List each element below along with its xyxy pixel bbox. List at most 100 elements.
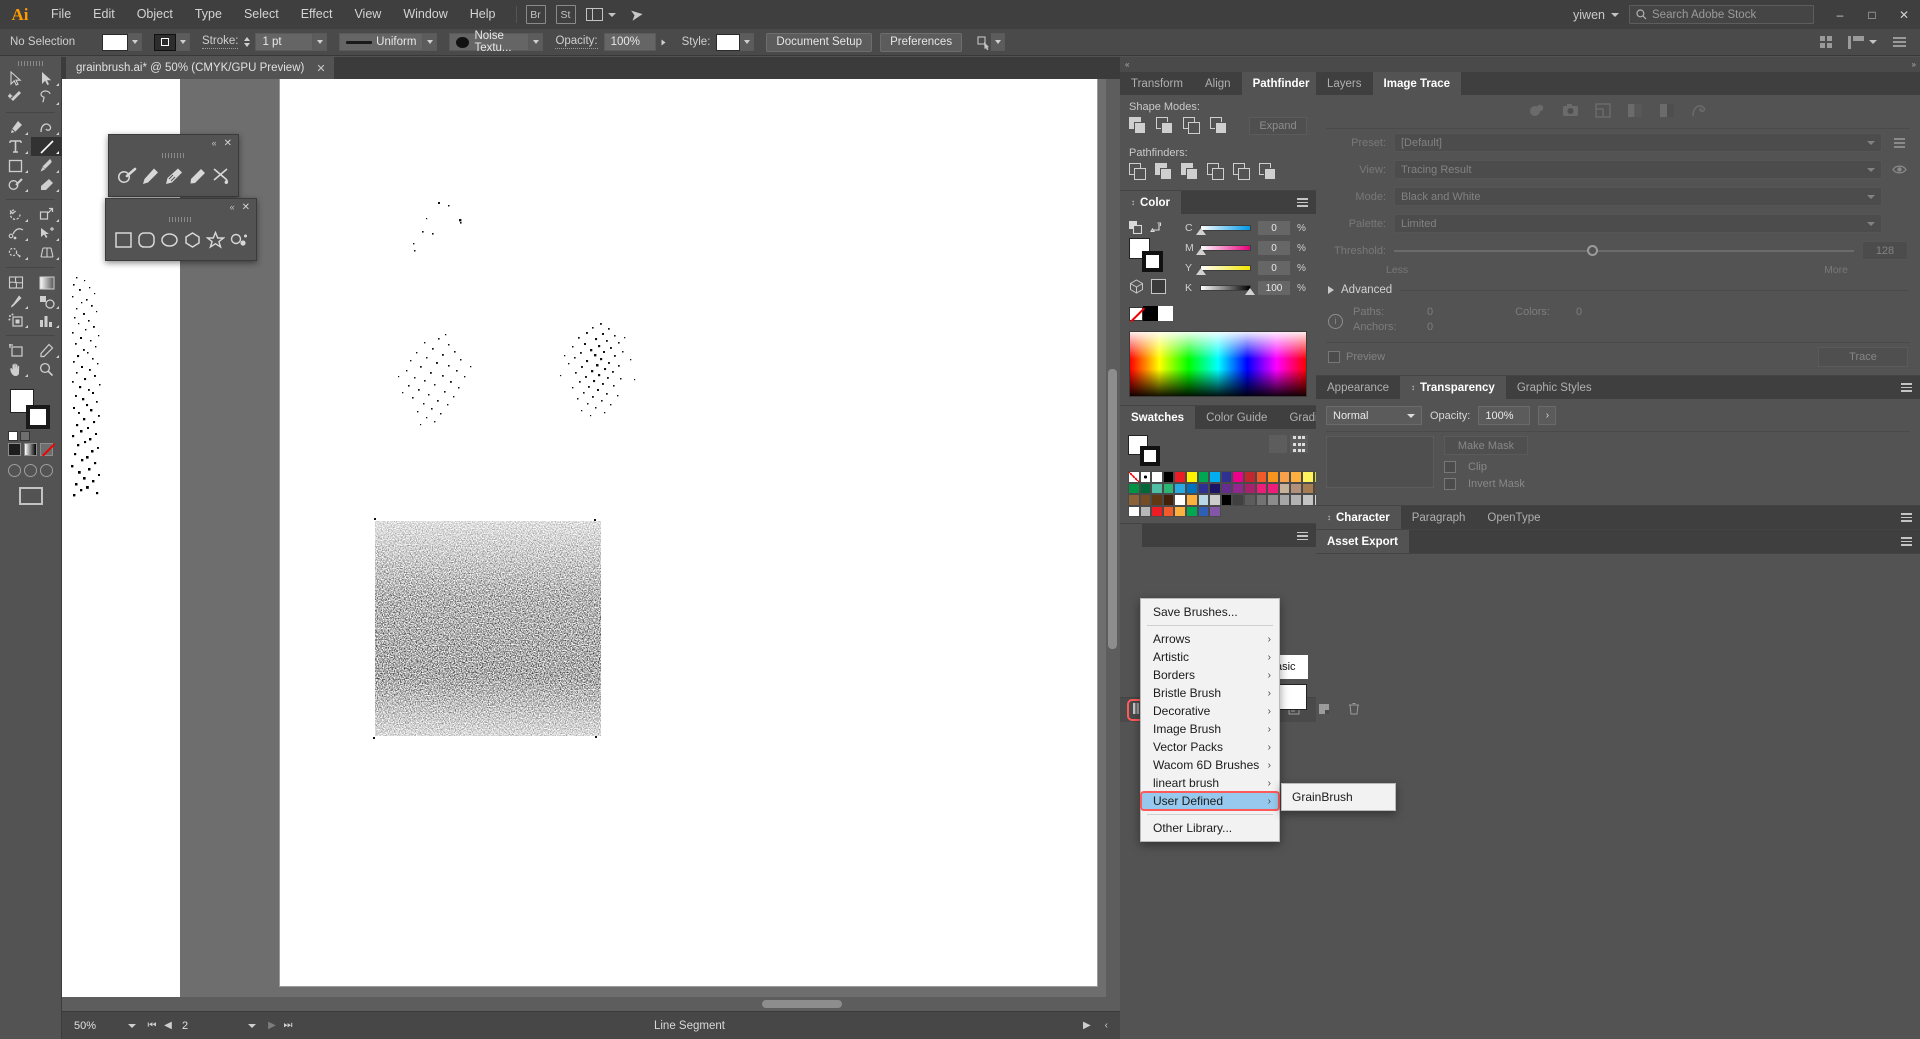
paintbrush-tool[interactable] [31,156,62,175]
tab-transparency[interactable]: ↕ Transparency [1400,376,1506,399]
rectangle-tool-icon[interactable] [114,228,133,252]
blend-tool[interactable] [31,292,62,311]
delete-brush-icon[interactable] [1348,702,1360,718]
new-brush-icon[interactable] [1318,703,1330,718]
outline-trace-icon[interactable] [1691,103,1708,121]
tab-brushes[interactable] [1120,524,1142,548]
preferences-button[interactable]: Preferences [880,32,963,52]
swatch-cell[interactable] [1151,471,1163,483]
swatch-cell[interactable] [1290,482,1302,495]
invert-mask-checkbox[interactable] [1444,478,1456,490]
swatch-cell[interactable] [1278,494,1291,506]
user-account-label[interactable]: yiwen [1567,8,1611,22]
float-panel-grip[interactable] [109,151,238,160]
float-panel-header[interactable]: « ✕ [109,135,238,151]
stroke-color-control[interactable] [154,33,190,51]
swatch-cell[interactable] [1278,482,1291,495]
swatch-cell[interactable] [1278,471,1291,483]
color-fill-stroke-boxes[interactable] [1129,238,1171,272]
tab-opentype[interactable]: OpenType [1476,506,1552,529]
menu-file[interactable]: File [40,0,82,29]
polygon-tool-icon[interactable] [183,228,202,252]
menu-item-user-defined[interactable]: User Defined › [1140,791,1280,811]
swatch-cell[interactable] [1255,494,1268,506]
fill-swatch[interactable] [102,33,128,51]
collapse-icon[interactable]: « [230,202,235,212]
color-secondary-box[interactable] [1151,279,1166,294]
shape-builder-tool[interactable] [0,243,31,262]
vertical-scroll-thumb[interactable] [1108,369,1117,649]
tab-color[interactable]: ↕ Color [1120,191,1182,214]
swatch-cell[interactable] [1174,471,1186,483]
swatch-cell[interactable] [1185,494,1198,506]
stroke-weight-value[interactable]: 1 pt [255,33,314,51]
intersect-button[interactable] [1183,117,1201,135]
tab-character[interactable]: ↕ Character [1316,506,1401,529]
menu-edit[interactable]: Edit [82,0,126,29]
mode-select[interactable]: Black and White [1394,187,1882,206]
exclude-button[interactable] [1210,117,1228,135]
tab-image-trace[interactable]: Image Trace [1372,72,1462,95]
close-icon[interactable]: ✕ [316,62,325,75]
menu-type[interactable]: Type [184,0,233,29]
asset-export-panel-menu[interactable] [1893,530,1920,553]
menu-effect[interactable]: Effect [290,0,344,29]
stroke-color-box[interactable] [26,405,50,429]
swatch-cell[interactable] [1267,482,1279,495]
pen-tool[interactable] [0,118,31,137]
menu-item-decorative[interactable]: Decorative › [1141,702,1279,720]
mask-thumbnail[interactable] [1326,436,1434,488]
column-graph-tool[interactable] [31,311,62,330]
user-chevron-down-icon[interactable] [1611,12,1619,17]
swatch-cell[interactable] [1220,494,1233,506]
collapse-panel-icon[interactable]: « [1125,60,1130,69]
swatch-cell[interactable] [1197,505,1210,518]
tab-layers[interactable]: Layers [1316,72,1373,95]
artboard-tool[interactable] [0,341,31,360]
swap-colors-icon[interactable] [1150,221,1163,234]
swatches-view-toggle[interactable] [1269,435,1308,453]
menu-help[interactable]: Help [459,0,507,29]
swatches-list-view-icon[interactable] [1269,435,1287,453]
palette-select[interactable]: Limited [1394,214,1882,233]
brush-definition-control[interactable]: Noise Textu... [449,30,544,54]
color-panel-menu[interactable] [1289,191,1316,214]
transparency-opacity-value[interactable]: 100% [1478,406,1531,425]
flare-tool-icon[interactable] [229,228,248,252]
swatch-cell[interactable] [1243,482,1256,495]
minus-front-button[interactable] [1156,117,1174,135]
tab-pathfinder[interactable]: Pathfinder [1241,72,1321,95]
tab-asset-export[interactable]: Asset Export [1316,530,1409,553]
swatch-cell[interactable] [1162,482,1175,495]
swatch-cell[interactable] [1162,471,1175,483]
swatch-cell[interactable] [1174,494,1186,506]
channel-value-y[interactable]: 0 [1258,261,1290,275]
swatch-cell[interactable] [1209,471,1221,483]
swatch-cell[interactable] [1243,471,1256,483]
fill-stroke-shortcuts[interactable] [8,431,30,441]
align-grid-icon[interactable] [1820,36,1832,48]
swatch-cell[interactable] [1162,494,1175,506]
trim-button[interactable] [1155,163,1173,181]
last-artboard-button[interactable]: ⏭ [280,1020,296,1031]
swatch-cell[interactable] [1139,505,1152,518]
zoom-tool[interactable] [31,360,62,379]
swatch-cell[interactable] [1197,482,1210,495]
stroke-swatch[interactable] [154,33,176,51]
menu-item-wacom-6d-brushes[interactable]: Wacom 6D Brushes › [1141,756,1279,774]
bridge-icon[interactable]: Br [525,5,546,24]
smooth-tool-icon[interactable] [164,164,184,188]
view-preview-eye-icon[interactable] [1890,164,1908,175]
low-color-icon[interactable] [1595,103,1611,121]
stroke-chevron-down-icon[interactable] [176,33,190,51]
minus-back-button[interactable] [1259,163,1277,181]
opacity-expand-chevron-icon[interactable] [654,35,671,49]
color-slider-y[interactable]: Y 0 % [1185,261,1307,275]
window-minimize-button[interactable]: – [1824,0,1856,29]
graphic-style-swatch[interactable] [716,33,741,51]
swatch-cell[interactable] [1255,482,1268,495]
rotate-tool[interactable] [0,205,31,224]
invert-mask-checkbox-row[interactable]: Invert Mask [1444,478,1910,490]
panel-menu-icon[interactable] [1893,37,1906,47]
none-mode-icon[interactable] [40,443,56,457]
